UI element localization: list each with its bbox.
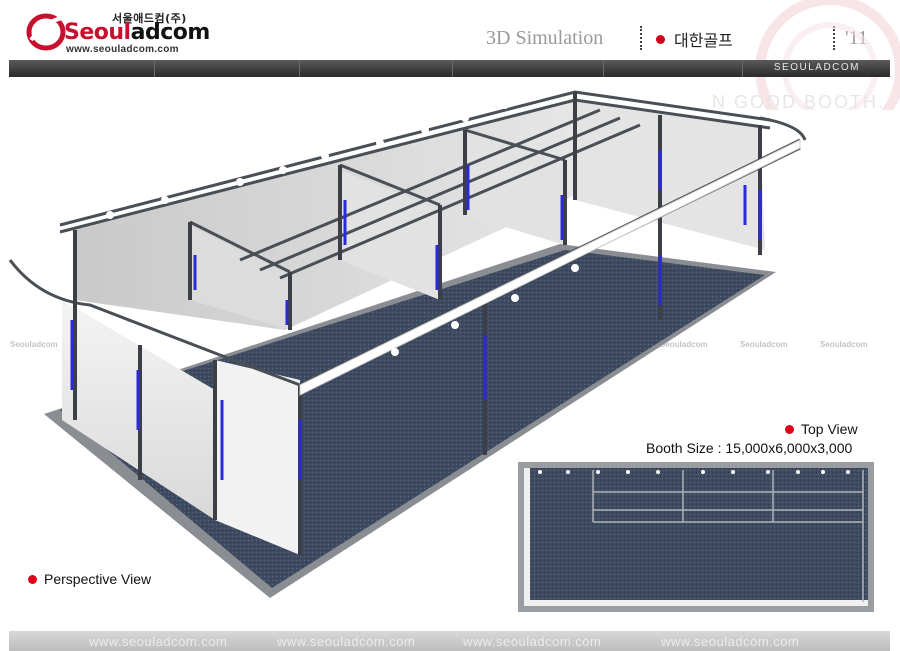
logo-brand[interactable]: Seouladcom (64, 20, 210, 45)
footer-link[interactable]: www.seouladcom.com (89, 634, 227, 649)
client-name: 대한골프 (674, 31, 733, 50)
footer-link[interactable]: www.seouladcom.com (463, 634, 601, 649)
top-view-render (518, 462, 874, 612)
footer-link[interactable]: www.seouladcom.com (661, 634, 799, 649)
footer-bar: www.seouladcom.com www.seouladcom.com ww… (9, 631, 890, 651)
header-divider (640, 26, 642, 50)
client-bullet-icon (656, 35, 665, 44)
logo-brand-part1: Seoul (64, 20, 131, 45)
footer-link[interactable]: www.seouladcom.com (277, 634, 415, 649)
logo-url[interactable]: www.seouladcom.com (66, 44, 179, 55)
booth-size-label: Booth Size : 15,000x6,000x3,000 (646, 440, 853, 456)
logo-swoosh-icon (26, 13, 66, 51)
perspective-view-label: Perspective View (44, 571, 152, 587)
page-title: 3D Simulation (486, 27, 604, 49)
header: 서울애드컴(주) Seouladcom www.seouladcom.com 3… (0, 0, 900, 110)
top-view-bullet-icon (785, 425, 794, 434)
logo-brand-part2: adcom (130, 20, 211, 45)
top-view-label: Top View (801, 421, 858, 437)
perspective-view-bullet-icon (28, 575, 37, 584)
